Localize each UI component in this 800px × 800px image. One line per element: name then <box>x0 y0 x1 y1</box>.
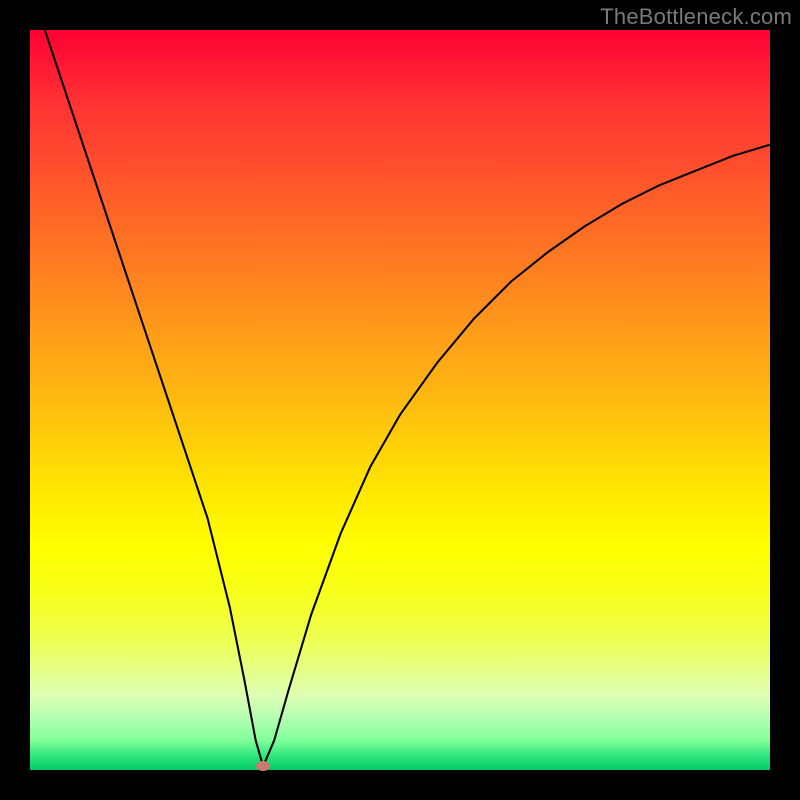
watermark-text: TheBottleneck.com <box>600 4 792 30</box>
chart-container: TheBottleneck.com <box>0 0 800 800</box>
plot-area <box>30 30 770 770</box>
bottleneck-curve <box>30 30 770 770</box>
minimum-marker <box>256 761 270 771</box>
